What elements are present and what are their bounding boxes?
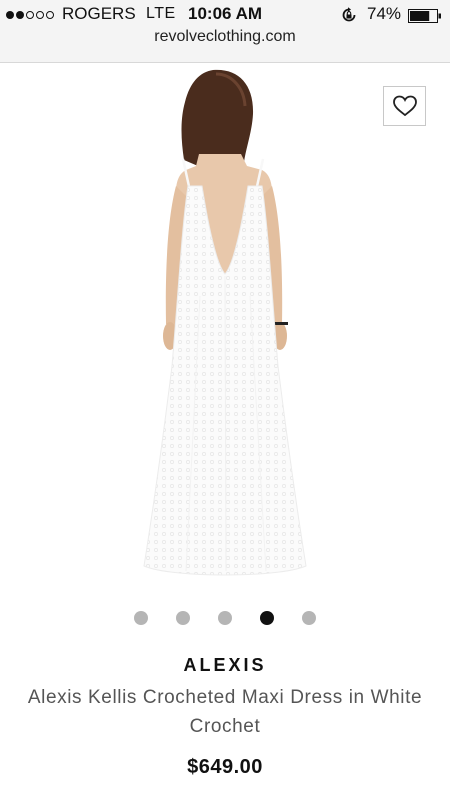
image-carousel-indicator xyxy=(0,611,450,627)
status-bar: ROGERS LTE 10:06 AM 74% revolveclothing.… xyxy=(0,0,450,63)
signal-dot xyxy=(6,11,14,19)
battery-percentage: 74% xyxy=(367,4,402,23)
carousel-dot-active[interactable] xyxy=(260,611,274,625)
battery-icon xyxy=(408,9,441,23)
address-bar-url[interactable]: revolveclothing.com xyxy=(0,28,450,46)
carousel-dot[interactable] xyxy=(302,611,316,625)
product-price: $649.00 xyxy=(187,756,263,778)
wishlist-button[interactable] xyxy=(383,86,426,126)
network-type: LTE xyxy=(146,5,176,22)
carousel-dot[interactable] xyxy=(134,611,148,625)
clock: 10:06 AM xyxy=(188,4,263,23)
carousel-dot[interactable] xyxy=(218,611,232,625)
signal-dot xyxy=(26,11,34,19)
signal-dot xyxy=(46,11,54,19)
signal-dot xyxy=(16,11,24,19)
dress-photo xyxy=(143,69,307,576)
heart-outline-icon xyxy=(392,95,417,117)
rotation-lock-icon xyxy=(342,7,356,22)
product-image[interactable] xyxy=(0,66,450,594)
signal-dot xyxy=(36,11,44,19)
product-brand[interactable]: ALEXIS xyxy=(0,655,450,676)
product-name: Alexis Kellis Crocheted Maxi Dress in Wh… xyxy=(27,687,423,737)
carrier-name: ROGERS xyxy=(62,4,136,23)
signal-strength-icon xyxy=(6,11,54,19)
carousel-dot[interactable] xyxy=(176,611,190,625)
status-row: ROGERS LTE 10:06 AM 74% xyxy=(0,4,450,26)
